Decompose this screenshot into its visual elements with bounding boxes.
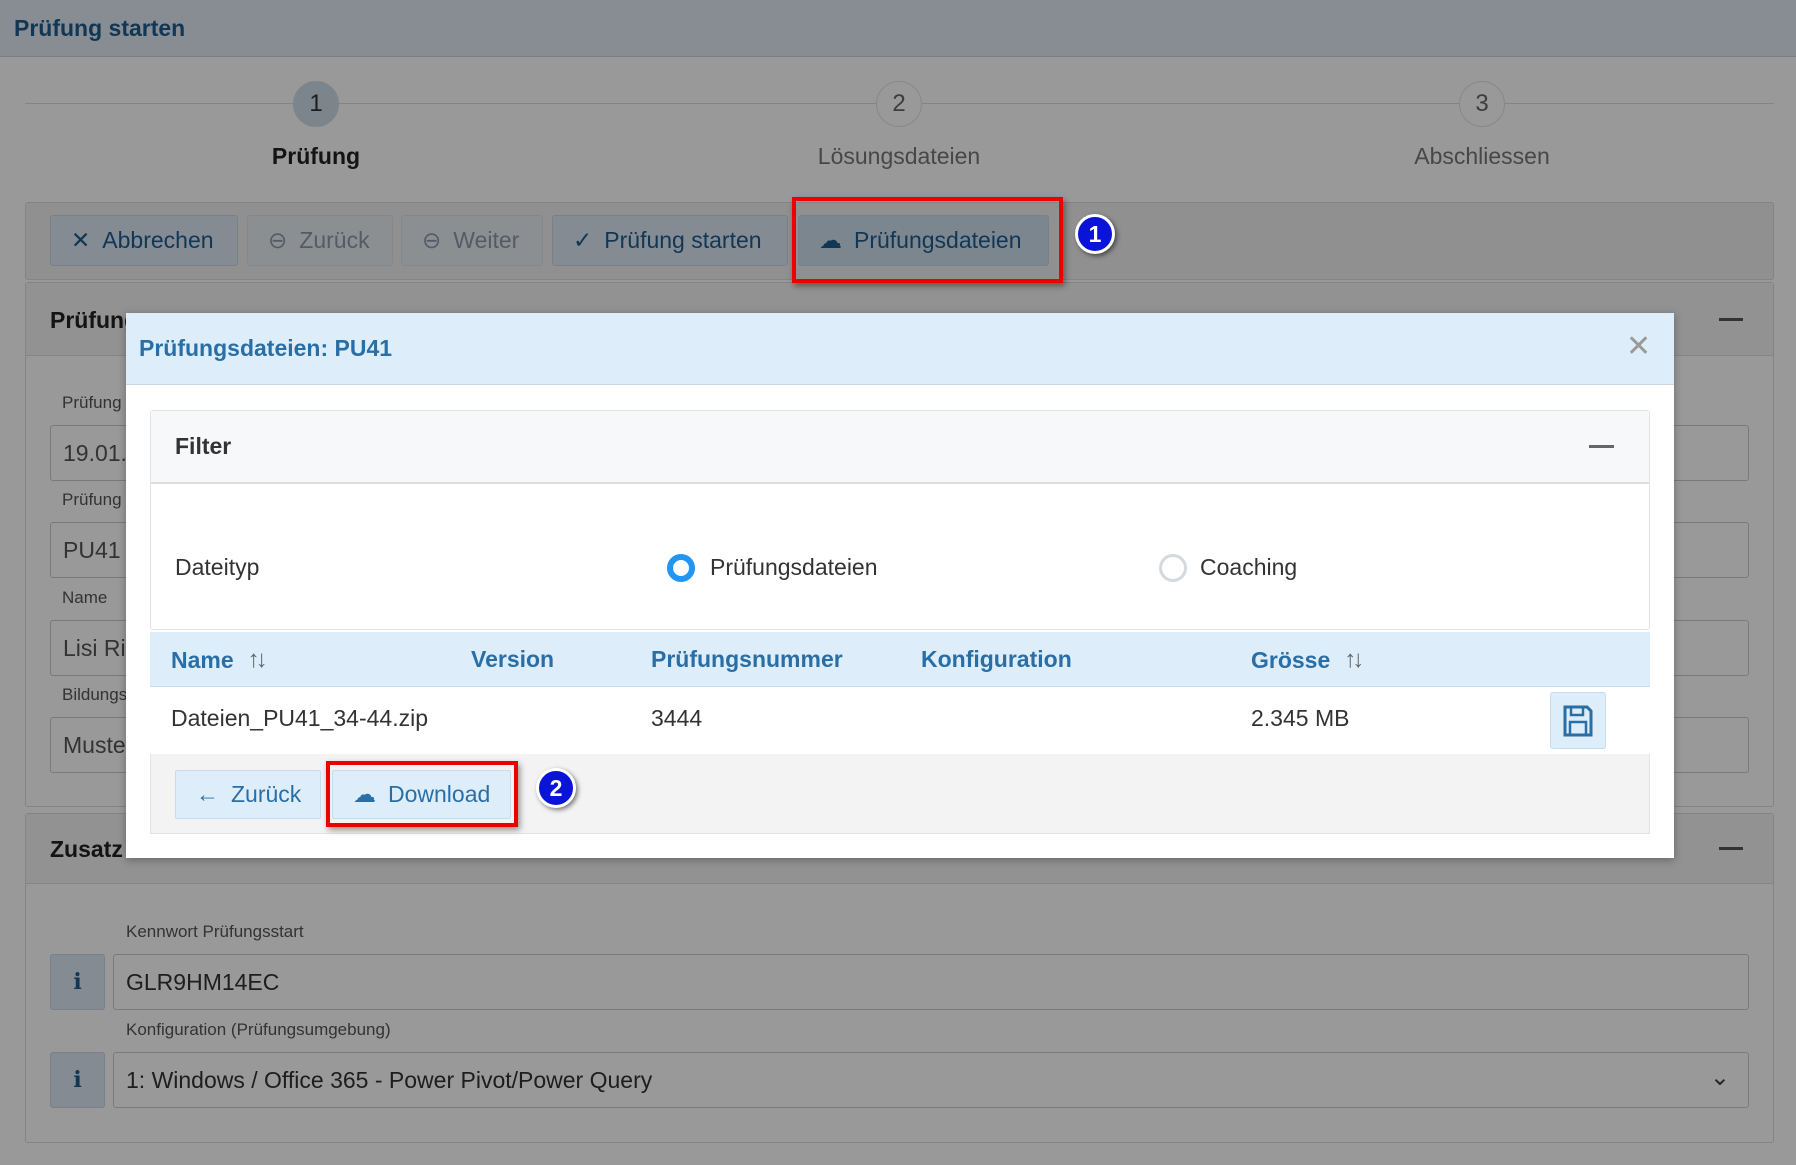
sort-icon[interactable]: ↑↓: [1344, 646, 1364, 674]
column-version: Version: [471, 646, 555, 672]
filter-card: Filter Dateityp Prüfungsdateien Coaching: [150, 410, 1650, 630]
floppy-disk-icon: [1563, 705, 1593, 736]
column-configuration: Konfiguration: [921, 646, 1072, 672]
filetype-label: Dateityp: [175, 554, 260, 580]
annotation-box-2: [326, 761, 518, 827]
radio-label: Coaching: [1200, 554, 1298, 580]
dialog-header: Prüfungsdateien: PU41 ✕: [126, 313, 1674, 385]
column-exam-number: Prüfungsnummer: [651, 646, 843, 672]
radio-coaching[interactable]: [1159, 554, 1187, 582]
column-size[interactable]: Grösse ↑↓: [1251, 646, 1364, 674]
cell-size: 2.345 MB: [1251, 705, 1350, 731]
cell-name: Dateien_PU41_34-44.zip: [171, 705, 429, 731]
table-header: Name ↑↓ Version Prüfungsnummer Konfigurat…: [150, 632, 1650, 687]
back-button[interactable]: ← Zurück: [175, 770, 321, 819]
annotation-badge-2: 2: [536, 768, 576, 808]
save-file-button[interactable]: [1550, 692, 1606, 749]
annotation-badge-1: 1: [1075, 214, 1115, 254]
radio-exam-files[interactable]: [667, 554, 695, 582]
annotation-box-1: [792, 197, 1063, 283]
cell-exam-number: 3444: [651, 705, 703, 731]
arrow-left-icon: ←: [196, 781, 219, 807]
filter-title: Filter: [175, 433, 232, 459]
collapse-icon[interactable]: [1589, 445, 1614, 448]
column-name[interactable]: Name ↑↓: [171, 646, 268, 674]
radio-label: Prüfungsdateien: [710, 554, 878, 580]
dialog-title: Prüfungsdateien: PU41: [139, 335, 393, 361]
close-icon[interactable]: ✕: [1626, 329, 1651, 364]
sort-icon[interactable]: ↑↓: [248, 646, 268, 674]
